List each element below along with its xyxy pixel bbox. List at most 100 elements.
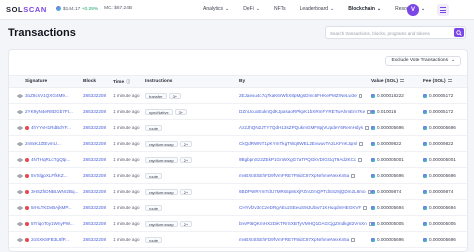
solana-coin-icon: [371, 189, 375, 194]
search-button[interactable]: [454, 28, 464, 37]
copy-icon[interactable]: [351, 238, 355, 242]
search-input[interactable]: [330, 29, 448, 37]
eye-icon[interactable]: [17, 142, 23, 146]
instruction-badge[interactable]: 2+: [179, 188, 193, 195]
block-link[interactable]: 285332208: [83, 237, 106, 242]
chevron-down-icon: ⌄: [450, 58, 455, 63]
instruction-badge[interactable]: raydium:swap: [145, 156, 178, 163]
eye-icon[interactable]: [17, 222, 23, 226]
sol-price-change: +0.29%: [81, 6, 99, 12]
by-address-link[interactable]: mvBXt4tSEhFD9fVmFRE7F8idC97XpNrhmeNexKn5…: [239, 173, 349, 178]
block-link[interactable]: 285332208: [83, 141, 106, 146]
time-cell: 1 minute ago: [113, 151, 145, 168]
chevron-down-icon[interactable]: ⌄: [421, 6, 425, 12]
copy-icon[interactable]: [365, 126, 369, 130]
signature-link[interactable]: 3HSZhDNBLWNr2Bq...: [31, 189, 78, 194]
fee-amount: 0.000005696: [429, 173, 456, 178]
sol-price-ticker: $144.17 +0.29% MC: $67.24B: [56, 6, 132, 12]
solscan-logo[interactable]: SOLSCAN: [6, 5, 47, 14]
fee-amount: 0.000005696: [429, 237, 456, 242]
col-fee[interactable]: Fee (SOL): [423, 75, 467, 88]
block-link[interactable]: 285332208: [83, 125, 106, 130]
exclude-vote-filter[interactable]: Exclude Vote Transactions ⌄: [385, 56, 461, 66]
search-icon: [456, 29, 462, 36]
block-link[interactable]: 285332208: [83, 205, 106, 210]
block-link[interactable]: 285332208: [83, 157, 106, 162]
transactions-table: Signature Block Time ⓘ Instructions By Va…: [9, 75, 467, 248]
transactions-card: Exclude Vote Transactions ⌄ Signature Blo…: [8, 49, 468, 252]
instruction-badge[interactable]: route: [145, 124, 163, 131]
eye-icon[interactable]: [17, 126, 23, 130]
copy-icon[interactable]: [363, 206, 367, 210]
error-status-icon: [25, 157, 29, 162]
copy-icon[interactable]: [358, 158, 362, 162]
signature-link[interactable]: 5rHLTKDvBAjkMP...: [31, 205, 72, 210]
value-amount: 0.000005001: [377, 157, 404, 162]
by-address-link[interactable]: bnvPt6QKmHX2DiKTRrSXBTyVMHQ1DAGCjgZmdkg8…: [239, 221, 367, 226]
instruction-badge[interactable]: route: [145, 172, 163, 179]
eye-icon[interactable]: [17, 206, 23, 210]
hamburger-menu-button[interactable]: [437, 4, 449, 16]
main-nav: Analytics ⌄ DeFi ⌄ NFTs Leaderboard ⌄ Block…: [203, 6, 425, 12]
eye-icon[interactable]: [17, 190, 23, 194]
eye-icon[interactable]: [17, 94, 23, 98]
instruction-badge[interactable]: raydium:swap: [145, 220, 178, 227]
signature-link[interactable]: 4hYYvH1RdBdYF...: [31, 125, 71, 130]
copy-icon[interactable]: [358, 94, 363, 98]
eye-icon[interactable]: [17, 238, 23, 242]
instruction-badge[interactable]: transfer: [145, 92, 167, 99]
by-address-link[interactable]: CHYvfzv3cCzeDRgAEuzSEeuS9IJUbw71KHuqdmHE…: [239, 205, 361, 210]
by-address-link[interactable]: mvBXt4tSEhFD9fVmFRE7F8idC97XpNrhmeNexKn5…: [239, 237, 349, 242]
by-address-link[interactable]: Az2JhQN2JTY7QdH13sZPQukmGMF8pjVUpdeY5Rem…: [239, 125, 363, 130]
block-link[interactable]: 285332208: [83, 109, 106, 114]
signature-link[interactable]: 2YK9yN4eR8DGb7Ft...: [25, 109, 73, 114]
signature-link[interactable]: 5TriqoToy1WnyPW...: [31, 221, 74, 226]
eye-icon[interactable]: [17, 110, 23, 114]
table-row: 4hYYvH1RdBdYF... 285332208 1 minute ago …: [9, 119, 467, 136]
instruction-badge[interactable]: 3+: [168, 92, 182, 99]
instruction-badge[interactable]: syncNative: [145, 108, 173, 115]
instruction-badge[interactable]: 3+: [174, 108, 188, 115]
time-cell: 1 minute ago: [113, 135, 145, 152]
nav-defi[interactable]: DeFi ⌄: [243, 6, 260, 12]
value-amount: 0.000005696: [377, 237, 404, 242]
user-avatar[interactable]: V: [407, 4, 419, 16]
block-link[interactable]: 285332208: [83, 173, 106, 178]
by-address-link[interactable]: 9BgbpnSz2ZEkP1GnWXgG7aTPQGkVDIGGqT9Ad2KC…: [239, 157, 356, 162]
time-cell: 1 minute ago: [113, 119, 145, 136]
by-address-link[interactable]: 6BDPWRYmTdU7MRs5p8sXjPZnrZmQPTdSSz8jQDm2…: [239, 189, 366, 194]
solana-coin-icon: [423, 93, 427, 98]
fee-amount: 0.00005172: [429, 109, 454, 114]
instruction-badge[interactable]: 2+: [179, 140, 193, 147]
copy-icon[interactable]: [351, 174, 355, 178]
instruction-badge[interactable]: raydium:swap: [145, 188, 178, 195]
block-link[interactable]: 285332208: [83, 189, 106, 194]
nav-analytics[interactable]: Analytics ⌄: [203, 6, 229, 12]
eye-icon[interactable]: [17, 174, 23, 178]
signature-link[interactable]: 4NTHqRLcTgQtp...: [31, 157, 70, 162]
instruction-badge[interactable]: route: [145, 204, 163, 211]
signature-link[interactable]: 5VSlgpXLFfkKZ...: [31, 173, 68, 178]
col-value[interactable]: Value (SOL): [371, 75, 423, 88]
instruction-badge[interactable]: raydium:swap: [145, 140, 178, 147]
signature-link[interactable]: 2oSXK8FB3L8fP...: [31, 237, 69, 242]
search-box: [325, 26, 466, 39]
col-time[interactable]: Time ⓘ: [113, 75, 145, 88]
block-link[interactable]: 285332208: [83, 221, 106, 226]
by-address-link[interactable]: CkQdRWNT1pKYmTkgTWq9WEL2EvwuvTA2LKFnKJqm…: [239, 141, 357, 146]
solana-coin-icon: [371, 93, 375, 98]
copy-icon[interactable]: [359, 142, 363, 146]
instruction-badge[interactable]: 2+: [179, 156, 193, 163]
signature-link[interactable]: 2n8xKJZtEvmU...: [25, 141, 61, 146]
info-icon: ⓘ: [126, 78, 131, 84]
eye-icon[interactable]: [17, 158, 23, 162]
by-address-link[interactable]: DZnUcuoEuknQdKJpasaoRPkpK1bXRmFYRETwAhmE…: [239, 109, 365, 114]
by-address-link[interactable]: 2EJaexu4c7q7kaK6rWhX8pMgsDmc6FHKePMZrNeL…: [239, 93, 357, 98]
signature-link[interactable]: 3oZ8csV1QXG4M9...: [25, 93, 69, 98]
instruction-badge[interactable]: 2+: [179, 220, 193, 227]
instruction-badge[interactable]: route: [145, 236, 163, 243]
nav-leaderboard[interactable]: Leaderboard ⌄: [300, 6, 335, 12]
block-link[interactable]: 285332208: [83, 93, 106, 98]
nav-blockchain[interactable]: Blockchain ⌄: [348, 6, 381, 12]
nav-nfts[interactable]: NFTs: [274, 6, 286, 12]
